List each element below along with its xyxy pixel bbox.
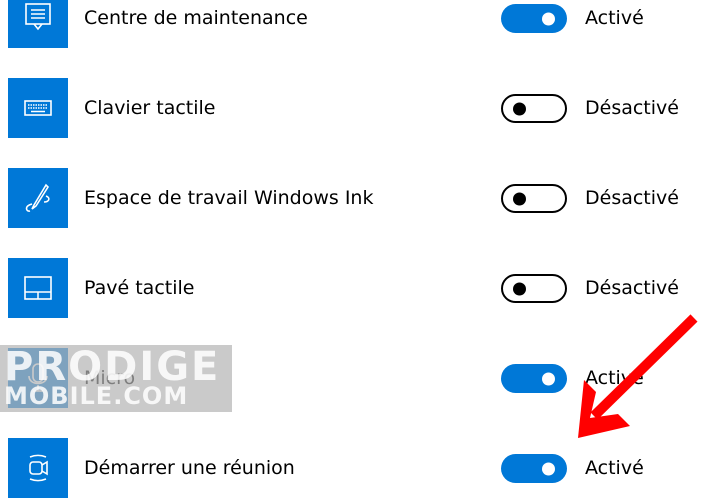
toggle-switch[interactable] <box>501 364 567 393</box>
touchpad-icon <box>8 258 68 318</box>
toggle-knob <box>542 462 555 475</box>
toggle-knob <box>513 102 526 115</box>
windows-ink-icon <box>8 168 68 228</box>
toggle-knob <box>542 372 555 385</box>
setting-row-centre-de-maintenance: Centre de maintenance Activé <box>0 0 702 48</box>
setting-label: Pavé tactile <box>84 277 195 299</box>
toggle-state-text: Désactivé <box>585 187 679 209</box>
keyboard-icon <box>8 78 68 138</box>
toggle-state-text: Désactivé <box>585 97 679 119</box>
toggle-state-text: Activé <box>585 457 644 479</box>
toggle-switch[interactable] <box>501 184 567 213</box>
toggle-switch[interactable] <box>501 274 567 303</box>
toggle-knob <box>513 192 526 205</box>
toggle-knob <box>542 12 555 25</box>
toggle-knob <box>513 282 526 295</box>
toggle-state-text: Désactivé <box>585 277 679 299</box>
toggle-switch[interactable] <box>501 454 567 483</box>
setting-row-pave-tactile: Pavé tactile Désactivé <box>0 258 702 318</box>
action-center-icon <box>8 0 68 48</box>
setting-label: Espace de travail Windows Ink <box>84 187 374 209</box>
setting-row-clavier-tactile: Clavier tactile Désactivé <box>0 78 702 138</box>
toggle-switch[interactable] <box>501 94 567 123</box>
watermark-logo: PRODIGE MOBILE.COM <box>0 345 232 412</box>
setting-label: Clavier tactile <box>84 97 216 119</box>
red-arrow-annotation <box>578 314 698 438</box>
watermark-line2: MOBILE.COM <box>4 382 189 410</box>
toggle-state-text: Activé <box>585 7 644 29</box>
setting-label: Démarrer une réunion <box>84 457 295 479</box>
setting-row-espace-de-travail-windows-ink: Espace de travail Windows Ink Désactivé <box>0 168 702 228</box>
setting-label: Centre de maintenance <box>84 7 308 29</box>
meet-now-icon <box>8 438 68 498</box>
toggle-switch[interactable] <box>501 4 567 33</box>
